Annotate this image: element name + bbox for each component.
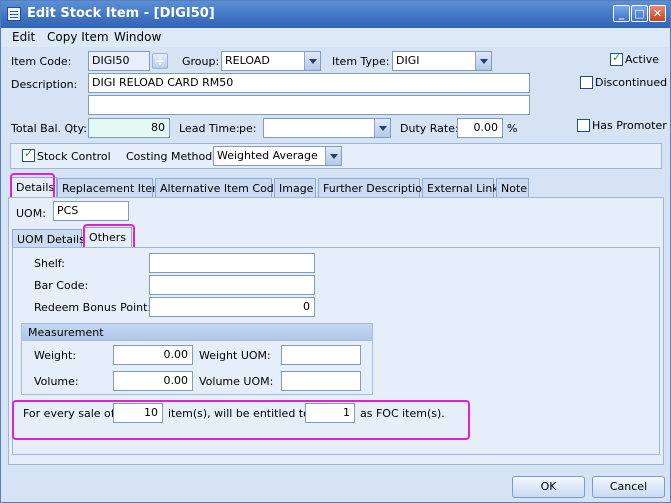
menu-copy-item[interactable]: Copy Item [47,30,109,44]
duty-rate-unit: % [507,122,518,135]
description-field-2[interactable] [88,95,530,115]
shelf-field[interactable] [149,253,315,273]
cancel-button[interactable]: Cancel [592,476,665,498]
redeem-bonus-point-field[interactable]: 0 [149,297,315,317]
tab-external-link[interactable]: External Link [422,178,499,197]
group-dropdown[interactable]: RELOAD [221,51,321,71]
item-type-value: DIGI [396,54,420,67]
costing-method-dropdown[interactable]: Weighted Average [213,146,342,166]
measurement-title: Measurement [22,324,372,341]
item-code-label: Item Code: [11,55,72,68]
item-code-add-button[interactable]: + [152,53,168,69]
uom-field[interactable]: PCS [53,201,129,221]
foc-sale-qty-field[interactable]: 10 [113,403,163,423]
active-checkbox[interactable] [610,51,623,66]
discontinued-checkbox[interactable] [580,76,593,89]
group-value: RELOAD [225,54,270,67]
window-icon [7,7,21,21]
lead-time-pe-label: pe: [239,122,257,135]
shelf-label: Shelf: [34,257,65,270]
chevron-down-icon[interactable] [374,119,390,137]
uom-label: UOM: [16,207,46,220]
maximize-button[interactable]: □ [631,5,648,22]
weight-uom-field[interactable] [281,345,361,365]
menu-window[interactable]: Window [114,30,161,44]
description-field[interactable]: DIGI RELOAD CARD RM50 [88,73,530,93]
foc-prefix-label: For every sale of [23,407,115,420]
volume-field[interactable]: 0.00 [113,371,193,391]
minimize-button[interactable]: _ [613,5,630,22]
details-tab-highlight [10,173,55,200]
costing-method-value: Weighted Average [217,149,318,162]
total-bal-qty-label: Total Bal. Qty: [11,122,87,135]
item-type-label: Item Type: [332,55,390,68]
chevron-down-icon[interactable] [325,147,341,165]
title-bar[interactable]: Edit Stock Item - [DIGI50] _ □ ✕ [1,1,670,28]
stock-control-label: Stock Control [37,150,111,163]
weight-field[interactable]: 0.00 [113,345,193,365]
foc-qty-field[interactable]: 1 [305,403,355,423]
costing-method-label: Costing Method: [126,150,216,163]
subtab-uom-details[interactable]: UOM Details [12,229,85,248]
lead-time-label: Lead Time: [179,122,240,135]
has-promoter-checkbox[interactable] [577,119,590,132]
item-type-dropdown[interactable]: DIGI [392,51,492,71]
item-code-field[interactable]: DIGI50 [88,51,150,71]
duty-rate-label: Duty Rate: [400,122,459,135]
weight-uom-label: Weight UOM: [199,349,271,362]
volume-uom-field[interactable] [281,371,361,391]
foc-middle-label: item(s), will be entitled to [168,407,310,420]
chevron-down-icon[interactable] [475,52,491,70]
tab-further-description[interactable]: Further Description [318,178,429,197]
duty-rate-field[interactable]: 0.00 [457,118,503,138]
stock-control-checkbox[interactable] [22,147,35,162]
foc-highlight [12,400,470,440]
active-label: Active [625,53,660,66]
volume-label: Volume: [34,375,79,388]
window-title: Edit Stock Item - [DIGI50] [27,6,215,21]
barcode-field[interactable] [149,275,315,295]
menu-edit[interactable]: Edit [12,30,35,44]
tab-note[interactable]: Note [496,178,529,197]
description-label: Description: [11,78,78,91]
group-label: Group: [182,55,220,68]
redeem-bonus-point-label: Redeem Bonus Point: [34,301,152,314]
edit-stock-item-window: Edit Stock Item - [DIGI50] _ □ ✕ Edit Co… [0,0,671,503]
discontinued-label: Discontinued [595,76,668,89]
chevron-down-icon[interactable] [304,52,320,70]
total-bal-qty-field: 80 [88,118,170,138]
lead-time-dropdown[interactable] [263,118,391,138]
has-promoter-label: Has Promoter [592,119,667,132]
tab-alternative-item-code[interactable]: Alternative Item Code [155,178,281,197]
close-button[interactable]: ✕ [649,5,666,22]
menu-bar: Edit Copy Item Window [2,28,669,47]
volume-uom-label: Volume UOM: [199,375,274,388]
ok-button[interactable]: OK [512,476,585,498]
tab-image[interactable]: Image [274,178,316,197]
foc-suffix-label: as FOC item(s). [360,407,445,420]
barcode-label: Bar Code: [34,279,89,292]
tab-replacement-item[interactable]: Replacement Item [57,178,163,197]
weight-label: Weight: [34,349,77,362]
